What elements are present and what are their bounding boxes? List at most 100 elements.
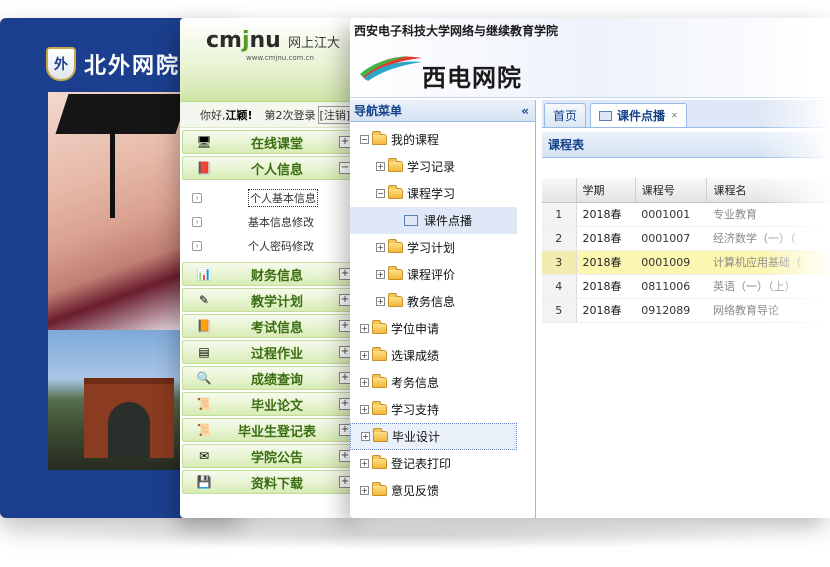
tree-node-registration-print[interactable]: + 登记表打印 (350, 450, 535, 477)
nav-header: 导航菜单 « (350, 100, 535, 122)
collapse-panel-button[interactable]: « (521, 104, 529, 118)
expand-toggle-icon[interactable]: + (376, 243, 385, 252)
menu-label: 教学计划 (250, 294, 303, 310)
user-name: 江颖! (225, 108, 253, 122)
expand-toggle-icon[interactable]: + (360, 351, 369, 360)
cell-name: 网络教育导论 (706, 298, 830, 323)
tree-node-degree-application[interactable]: + 学位申请 (350, 315, 535, 342)
expand-toggle-icon[interactable]: + (360, 459, 369, 468)
scroll-icon: 📜 (196, 423, 212, 437)
menu-item-announcements[interactable]: ✉ 学院公告 + (182, 444, 356, 468)
logo-part-j: j (241, 28, 250, 53)
xidian-header: 西安电子科技大学网络与继续教育学院 西电网院 (350, 18, 830, 98)
menu-item-exam-info[interactable]: 📙 考试信息 + (182, 314, 356, 338)
tree-node-graduation-design[interactable]: + 毕业设计 (350, 423, 517, 450)
expand-toggle-icon[interactable]: + (376, 162, 385, 171)
tab-bar: 首页 课件点播 ✕ (542, 100, 830, 128)
tab-courseware[interactable]: 课件点播 ✕ (590, 103, 687, 127)
tree-label: 学习支持 (391, 403, 440, 417)
cmjnu-window: cmjnu 网上江大 www.cmjnu.com.cn 你好, 江颖! 第2次登… (180, 18, 360, 518)
tree-node-academic-info[interactable]: + 教务信息 (350, 288, 535, 315)
column-header-code[interactable]: 课程号 (635, 178, 708, 203)
nav-panel: 导航菜单 « − 我的课程 + 学习记录 − 课程学习 课件点播 + 学习计划 + 课程评… (350, 100, 536, 518)
menu-label: 成绩查询 (250, 372, 303, 388)
column-header-name[interactable]: 课程名 (706, 178, 830, 203)
table-row[interactable]: 1 2018春 0001001 专业教育 (542, 202, 830, 227)
expand-toggle-icon[interactable]: + (360, 378, 369, 387)
expand-toggle-icon[interactable]: + (361, 432, 370, 441)
expand-toggle-icon[interactable]: + (360, 324, 369, 333)
tree-node-study-plan[interactable]: + 学习计划 (350, 234, 535, 261)
graduation-cap (55, 94, 189, 134)
menu-item-personal-info[interactable]: 📕 个人信息 − (182, 156, 356, 180)
row-number: 3 (542, 250, 577, 275)
menu-item-homework[interactable]: ▤ 过程作业 + (182, 340, 356, 364)
table-icon: ▤ (198, 345, 210, 359)
menu-item-grades[interactable]: 🔍 成绩查询 + (182, 366, 356, 390)
close-icon[interactable]: ✕ (671, 111, 678, 120)
tree-node-course-evaluation[interactable]: + 课程评价 (350, 261, 535, 288)
expand-toggle-icon[interactable]: + (360, 405, 369, 414)
logout-link[interactable]: [注销] (317, 105, 353, 124)
xidian-brand: 西电网院 (422, 64, 522, 92)
tree-node-feedback[interactable]: + 意见反馈 (350, 477, 535, 504)
tree-node-my-courses[interactable]: − 我的课程 (350, 126, 535, 153)
menu-item-online-class[interactable]: 🖥 在线课堂 + (182, 130, 356, 154)
menu-item-teaching-plan[interactable]: ✎ 教学计划 + (182, 288, 356, 312)
tree-label: 登记表打印 (391, 457, 452, 471)
tree-node-course-study[interactable]: − 课程学习 (350, 180, 535, 207)
table-row[interactable]: 5 2018春 0912089 网络教育导论 (542, 298, 830, 323)
submenu-label: 基本信息修改 (248, 216, 314, 229)
menu-item-thesis[interactable]: 📜 毕业论文 + (182, 392, 356, 416)
tree-node-courseware[interactable]: 课件点播 (350, 207, 517, 234)
expand-toggle-icon[interactable]: + (376, 297, 385, 306)
cmjnu-tagline: 网上江大 (287, 36, 340, 51)
row-number: 2 (542, 226, 577, 251)
column-header-term[interactable]: 学期 (576, 178, 636, 203)
cap-tassel (110, 128, 115, 218)
tree-node-study-support[interactable]: + 学习支持 (350, 396, 535, 423)
submenu-item-change-password[interactable]: › 个人密码修改 (182, 234, 356, 258)
panel-title: 课程表 (542, 132, 830, 158)
menu-label: 财务信息 (250, 268, 303, 284)
cell-name: 计算机应用基础（ (706, 250, 830, 275)
menu-item-graduate-form[interactable]: 📜 毕业生登记表 + (182, 418, 356, 442)
folder-icon (372, 320, 387, 334)
collapse-toggle-icon[interactable]: − (376, 189, 385, 198)
tree-node-study-record[interactable]: + 学习记录 (350, 153, 535, 180)
tree-label: 学习计划 (407, 241, 456, 255)
submenu-item-basic-info[interactable]: › 个人基本信息 (182, 186, 356, 210)
tree-node-course-grades[interactable]: + 选课成绩 (350, 342, 535, 369)
tree-label: 考务信息 (391, 376, 440, 390)
tab-home[interactable]: 首页 (544, 103, 587, 127)
folder-icon (372, 401, 387, 415)
table-row[interactable]: 4 2018春 0811006 英语（一）（上） (542, 274, 830, 299)
table-row[interactable]: 2 2018春 0001007 经济数学（一）（ (542, 226, 830, 251)
menu-label: 毕业生登记表 (237, 424, 316, 440)
collapse-toggle-icon[interactable]: − (360, 135, 369, 144)
menu-label: 资料下载 (250, 476, 303, 492)
row-number: 5 (542, 298, 577, 323)
submenu-item-edit-info[interactable]: › 基本信息修改 (182, 210, 356, 234)
login-count: 第2次登录 (264, 108, 316, 122)
tree-label: 毕业设计 (392, 430, 441, 444)
pencil-icon: ✎ (198, 293, 210, 307)
expand-toggle-icon[interactable]: + (360, 486, 369, 495)
tree-label: 课程评价 (407, 268, 456, 282)
menu-item-finance[interactable]: 📊 财务信息 + (182, 262, 356, 286)
menu-label: 考试信息 (250, 320, 303, 336)
menu-label: 个人信息 (250, 162, 303, 178)
book-icon: 📕 (196, 161, 212, 175)
magnifier-icon: 🔍 (196, 371, 212, 385)
scroll-icon: 📜 (196, 397, 212, 411)
expand-toggle-icon[interactable]: + (376, 270, 385, 279)
tree-node-exam-affairs[interactable]: + 考务信息 (350, 369, 535, 396)
folder-icon (373, 428, 388, 442)
folder-icon (388, 239, 403, 253)
menu-item-downloads[interactable]: 💾 资料下载 + (182, 470, 356, 494)
arrow-bullet-icon: › (192, 217, 202, 227)
table-row-selected[interactable]: 3 2018春 0001009 计算机应用基础（ (542, 250, 830, 275)
submenu-label: 个人密码修改 (248, 240, 314, 253)
welcome-prefix: 你好, (200, 108, 226, 122)
submenu-label: 个人基本信息 (248, 189, 318, 207)
